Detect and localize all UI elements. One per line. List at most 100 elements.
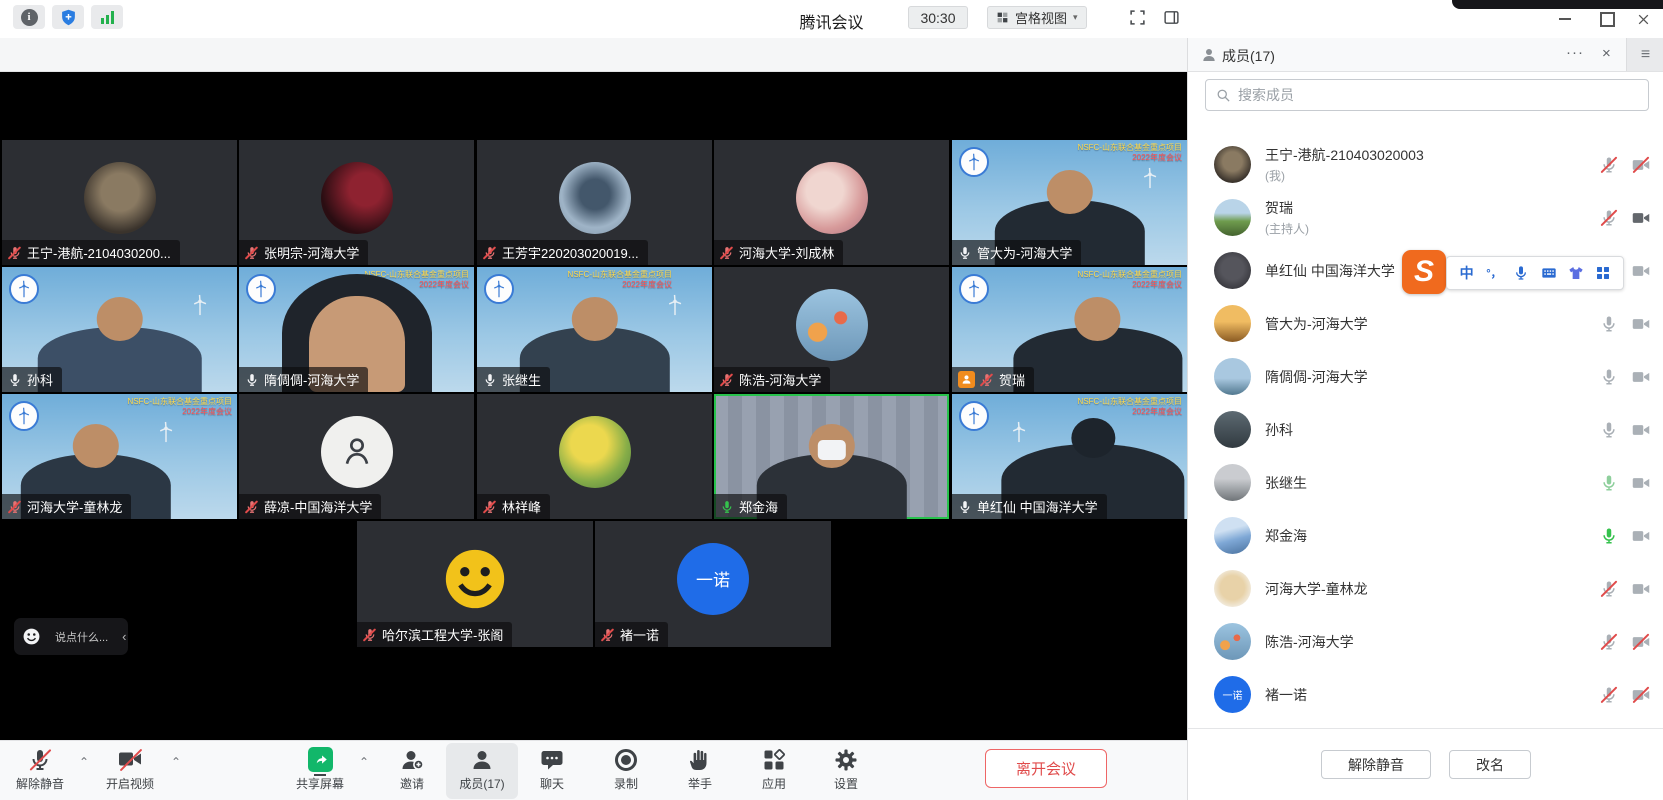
member-list: 王宁-港航-210403020003(我) 贺瑞(主持人) 单红仙 中国海洋大学… <box>1188 138 1663 721</box>
unmute-button[interactable]: 解除静音 <box>1321 750 1431 779</box>
member-row[interactable]: 隋倜倜-河海大学 <box>1188 350 1663 403</box>
video-tile[interactable]: 陈浩-河海大学 <box>714 267 949 392</box>
minimize-button[interactable] <box>1550 6 1580 32</box>
search-input[interactable] <box>1238 87 1638 103</box>
invite-icon <box>400 747 425 772</box>
mic-muted-icon <box>245 246 259 260</box>
leave-meeting-button[interactable]: 离开会议 <box>985 749 1107 788</box>
toolbar-start-video[interactable]: 开启视频 <box>87 747 173 792</box>
video-tile[interactable]: 张明宗-河海大学 <box>239 140 474 265</box>
mic-icon[interactable] <box>1600 315 1618 333</box>
network-status-button[interactable] <box>91 5 123 29</box>
chat-icon <box>540 747 565 772</box>
ime-toolbar[interactable]: 中 °， <box>1446 256 1624 290</box>
security-button[interactable] <box>52 5 84 29</box>
mic-muted-icon[interactable] <box>1600 686 1618 704</box>
member-row[interactable]: 河海大学-童林龙 <box>1188 562 1663 615</box>
member-search[interactable] <box>1205 79 1649 111</box>
mic-muted-icon[interactable] <box>1600 580 1618 598</box>
member-name: 张继生 <box>1265 473 1600 493</box>
video-tile[interactable]: 林祥峰 <box>477 394 712 519</box>
camera-muted-icon[interactable] <box>1632 686 1650 704</box>
hamburger-menu-icon[interactable]: ≡ <box>1626 38 1663 71</box>
member-row[interactable]: 张继生 <box>1188 456 1663 509</box>
toolbar-share-screen[interactable]: 共享屏幕 <box>277 747 363 792</box>
video-tile[interactable]: 哈尔滨工程大学-张阁 <box>357 521 593 647</box>
member-icon <box>1201 47 1217 63</box>
member-row[interactable]: 一诺 褚一诺 <box>1188 668 1663 721</box>
camera-icon[interactable] <box>1632 368 1650 386</box>
toolbar-settings[interactable]: 设置 <box>803 747 889 792</box>
video-tile[interactable]: 孙科 <box>2 267 237 392</box>
mic-active-icon[interactable] <box>1600 527 1618 545</box>
meeting-info-button[interactable]: i <box>13 5 45 29</box>
members-panel: 王宁-港航-210403020003(我) 贺瑞(主持人) 单红仙 中国海洋大学… <box>1187 72 1663 800</box>
wind-turbine <box>664 281 686 329</box>
member-row[interactable]: 贺瑞(主持人) <box>1188 191 1663 244</box>
camera-icon[interactable] <box>1632 209 1650 227</box>
avatar <box>84 162 156 234</box>
avatar <box>1214 570 1251 607</box>
toolbar-unmute[interactable]: 解除静音 <box>0 747 83 792</box>
wind-turbine <box>189 281 211 329</box>
chevron-up-icon[interactable]: ⌃ <box>359 755 369 769</box>
video-grid: 王宁-港航-2104030200... 张明宗-河海大学 王芳宇22020302… <box>0 72 1187 740</box>
video-tile[interactable]: 王芳宇220203020019... <box>477 140 712 265</box>
video-tile-speaking[interactable]: 郑金海 <box>714 394 949 519</box>
nsfc-logo-icon <box>959 274 989 304</box>
close-button[interactable] <box>1628 6 1658 32</box>
video-tile[interactable]: NSFC-山东联合基金重点项目2022年度会议 河海大学-童林龙 <box>2 394 237 519</box>
more-options-icon[interactable]: ··· <box>1566 44 1584 61</box>
mic-muted-icon[interactable] <box>1600 633 1618 651</box>
ime-skin-icon[interactable] <box>1565 262 1587 284</box>
mic-muted-icon[interactable] <box>1600 209 1618 227</box>
camera-icon[interactable] <box>1632 262 1650 280</box>
panel-close-icon[interactable]: × <box>1602 45 1611 62</box>
camera-icon[interactable] <box>1632 474 1650 492</box>
side-panel-toggle-button[interactable] <box>1156 5 1186 29</box>
chat-placeholder[interactable]: 说点什么... <box>55 629 108 645</box>
avatar <box>796 289 868 361</box>
video-tile[interactable]: 河海大学-刘成林 <box>714 140 949 265</box>
mic-icon[interactable] <box>1600 474 1618 492</box>
video-tile[interactable]: 一诺 褚一诺 <box>595 521 831 647</box>
camera-icon[interactable] <box>1632 421 1650 439</box>
avatar <box>321 162 393 234</box>
view-mode-dropdown[interactable]: 宫格视图 ▾ <box>987 6 1087 29</box>
member-row[interactable]: 孙科 <box>1188 403 1663 456</box>
app-title: 腾讯会议 <box>0 9 1663 33</box>
avatar <box>559 416 631 488</box>
video-tile[interactable]: NSFC-山东联合基金重点项目2022年度会议 管大为-河海大学 <box>952 140 1187 265</box>
quick-chat-bar[interactable]: 说点什么... ‹ <box>14 618 128 655</box>
camera-icon[interactable] <box>1632 527 1650 545</box>
mic-icon[interactable] <box>1600 368 1618 386</box>
camera-muted-icon[interactable] <box>1632 633 1650 651</box>
ime-punctuation[interactable]: °， <box>1483 262 1505 284</box>
ime-voice-icon[interactable] <box>1510 262 1532 284</box>
collapse-chevron-icon[interactable]: ‹ <box>122 629 126 644</box>
member-row[interactable]: 王宁-港航-210403020003(我) <box>1188 138 1663 191</box>
video-tile[interactable]: 薛凉-中国海洋大学 <box>239 394 474 519</box>
video-tile[interactable]: 王宁-港航-2104030200... <box>2 140 237 265</box>
camera-icon[interactable] <box>1632 580 1650 598</box>
ime-chinese-mode[interactable]: 中 <box>1456 262 1478 284</box>
rename-button[interactable]: 改名 <box>1449 750 1531 779</box>
camera-icon[interactable] <box>1632 315 1650 333</box>
video-tile[interactable]: NSFC-山东联合基金重点项目2022年度会议 隋倜倜-河海大学 <box>239 267 474 392</box>
member-row[interactable]: 郑金海 <box>1188 509 1663 562</box>
sogou-ime-logo[interactable]: S <box>1402 250 1446 294</box>
mic-icon[interactable] <box>1600 421 1618 439</box>
ime-toolbox-icon[interactable] <box>1592 262 1614 284</box>
smiley-icon[interactable] <box>22 627 41 646</box>
mic-muted-icon[interactable] <box>1600 156 1618 174</box>
chevron-up-icon[interactable]: ⌃ <box>171 755 181 769</box>
maximize-button[interactable] <box>1592 6 1622 32</box>
fullscreen-button[interactable] <box>1122 5 1152 29</box>
camera-muted-icon[interactable] <box>1632 156 1650 174</box>
member-row[interactable]: 陈浩-河海大学 <box>1188 615 1663 668</box>
video-tile[interactable]: NSFC-山东联合基金重点项目2022年度会议 单红仙 中国海洋大学 <box>952 394 1187 519</box>
video-tile[interactable]: NSFC-山东联合基金重点项目2022年度会议 贺瑞 <box>952 267 1187 392</box>
video-tile[interactable]: NSFC-山东联合基金重点项目2022年度会议 张继生 <box>477 267 712 392</box>
member-row[interactable]: 管大为-河海大学 <box>1188 297 1663 350</box>
ime-keyboard-icon[interactable] <box>1538 262 1560 284</box>
